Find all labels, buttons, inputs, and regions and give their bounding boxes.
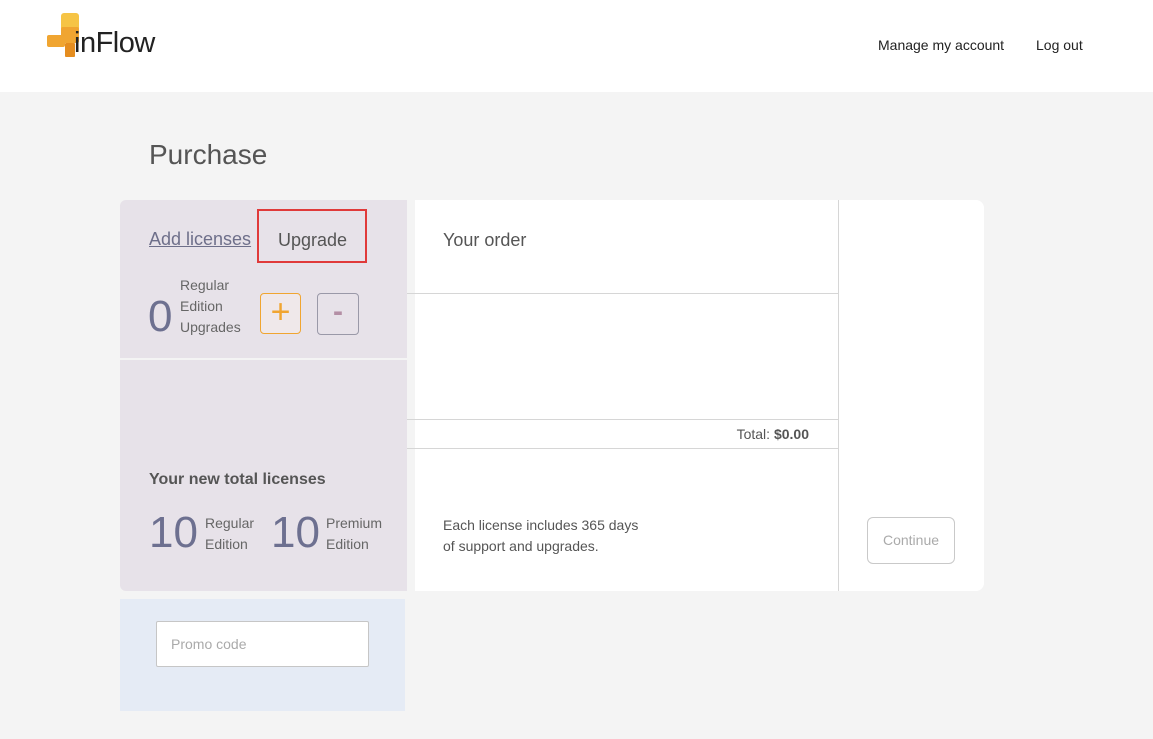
regular-label-line-2: Edition bbox=[205, 536, 248, 552]
decrement-button[interactable]: - bbox=[317, 293, 359, 335]
order-title: Your order bbox=[443, 230, 527, 250]
inflow-logo[interactable]: inFlow bbox=[47, 13, 172, 61]
order-total: Total: $0.00 bbox=[737, 426, 809, 442]
order-total-value: $0.00 bbox=[773, 426, 809, 442]
regular-label-line-1: Regular bbox=[205, 515, 255, 531]
premium-label-line-2: Edition bbox=[326, 536, 369, 552]
upgrade-count: 0 bbox=[148, 292, 173, 341]
checkout-column: Continue bbox=[838, 200, 984, 591]
new-totals-heading: Your new total licenses bbox=[149, 471, 326, 488]
divider bbox=[407, 419, 838, 420]
divider bbox=[407, 293, 838, 294]
license-selector-panel: Add licenses Upgrade 0 Regular Edition U… bbox=[120, 200, 407, 358]
page-title: Purchase bbox=[149, 139, 268, 170]
tab-upgrade[interactable]: Upgrade bbox=[257, 209, 367, 263]
tab-upgrade-label: Upgrade bbox=[278, 230, 348, 250]
regular-total-label: Regular Edition bbox=[205, 513, 254, 555]
continue-button[interactable]: Continue bbox=[867, 517, 955, 564]
upgrade-label-line-2: Edition bbox=[180, 298, 223, 314]
upgrade-count-label: Regular Edition Upgrades bbox=[180, 275, 241, 338]
divider bbox=[407, 448, 838, 449]
upgrade-label-line-3: Upgrades bbox=[180, 319, 241, 335]
premium-label-line-1: Premium bbox=[326, 515, 383, 531]
regular-total-count: 10 bbox=[149, 508, 198, 557]
tab-add-licenses[interactable]: Add licenses bbox=[149, 229, 251, 250]
support-note: Each license includes 365 days of suppor… bbox=[443, 515, 638, 557]
upgrade-label-line-1: Regular bbox=[180, 277, 230, 293]
order-total-label: Total: bbox=[736, 426, 771, 442]
manage-account-link[interactable]: Manage my account bbox=[878, 37, 1004, 53]
support-note-line-2: of support and upgrades. bbox=[443, 538, 599, 554]
logout-link[interactable]: Log out bbox=[1036, 37, 1083, 53]
promo-section bbox=[120, 599, 405, 711]
premium-total-count: 10 bbox=[271, 508, 320, 557]
top-header: inFlow Manage my account Log out bbox=[0, 0, 1153, 92]
new-totals-panel: Your new total licenses 10 Regular Editi… bbox=[120, 360, 407, 591]
support-note-line-1: Each license includes 365 days bbox=[443, 517, 639, 533]
increment-button[interactable]: + bbox=[260, 293, 301, 334]
promo-code-input[interactable] bbox=[156, 621, 369, 667]
order-summary: Your order Total: $0.00 Each license inc… bbox=[407, 200, 838, 591]
logo-text: inFlow bbox=[74, 27, 155, 59]
premium-total-label: Premium Edition bbox=[326, 513, 382, 555]
